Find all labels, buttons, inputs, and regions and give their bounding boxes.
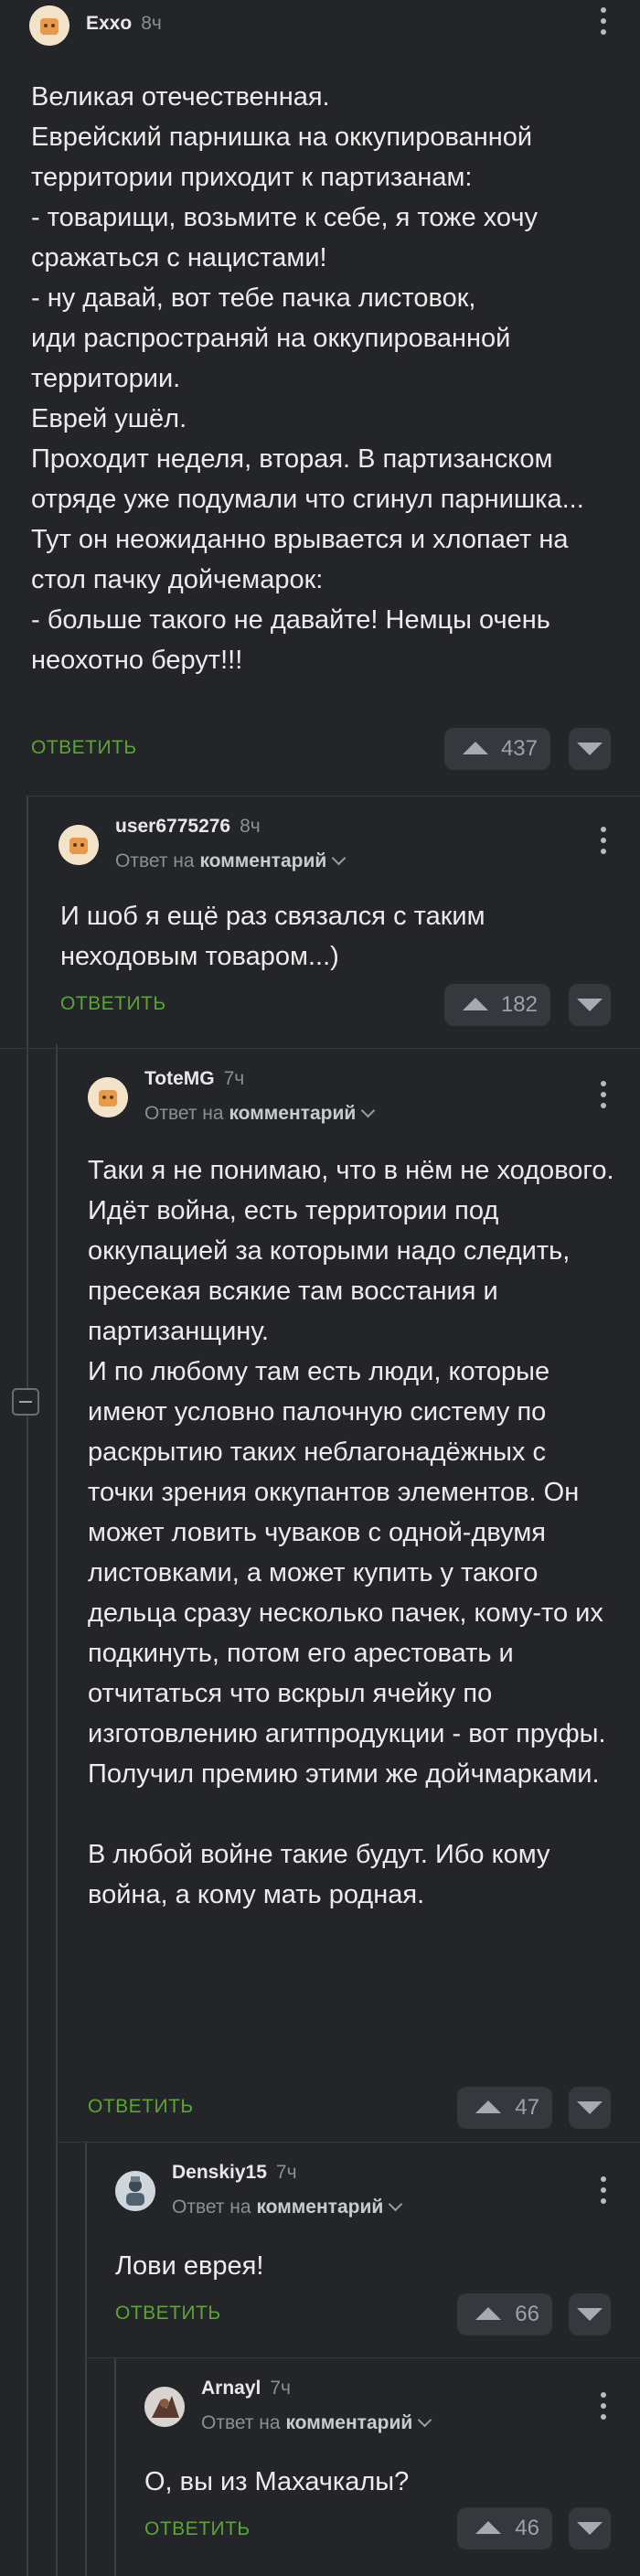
comment-time: 8ч <box>141 13 162 34</box>
comment-time: 7ч <box>275 2162 297 2183</box>
more-vertical-icon[interactable] <box>600 7 607 40</box>
avatar[interactable] <box>144 2387 185 2427</box>
reply-button[interactable]: ОТВЕТИТЬ <box>31 737 137 759</box>
reply-to-link[interactable]: Ответ на комментарий <box>172 2197 403 2218</box>
username[interactable]: ToteMG 7ч <box>144 1068 244 1090</box>
downvote-button[interactable] <box>569 728 611 770</box>
collapse-minus-icon <box>19 1401 32 1403</box>
chevron-down-icon <box>417 2412 432 2428</box>
vote-count: 46 <box>515 2516 539 2540</box>
downvote-button[interactable] <box>569 2293 611 2336</box>
comment-text: Таки я не понимаю, что в нём не ходового… <box>88 1156 614 1909</box>
arrow-down-icon <box>577 743 603 755</box>
arrow-up-icon <box>463 742 488 754</box>
comment-time: 8ч <box>240 816 261 837</box>
arrow-down-icon <box>577 999 603 1011</box>
comment-text: И шоб я ещё раз связался с таким неходов… <box>60 902 485 971</box>
thread-line-level-3 <box>85 2142 87 2576</box>
arrow-down-icon <box>577 2522 603 2535</box>
divider <box>57 2142 640 2143</box>
more-vertical-icon[interactable] <box>600 2392 607 2425</box>
comment-time: 7ч <box>270 2378 291 2399</box>
reply-button[interactable]: ОТВЕТИТЬ <box>60 993 166 1015</box>
upvote-button[interactable]: 66 <box>457 2293 552 2336</box>
divider <box>0 1048 640 1049</box>
arrow-up-icon <box>475 2100 501 2113</box>
divider <box>86 2357 640 2358</box>
upvote-button[interactable]: 182 <box>444 984 550 1026</box>
username[interactable]: Exxo 8ч <box>86 13 162 35</box>
arrow-up-icon <box>475 2307 501 2320</box>
reply-to-link[interactable]: Ответ на комментарий <box>201 2412 432 2434</box>
comment-text: О, вы из Махачкалы? <box>144 2467 410 2496</box>
arrow-up-icon <box>475 2521 501 2534</box>
reply-button[interactable]: ОТВЕТИТЬ <box>144 2518 251 2540</box>
downvote-button[interactable] <box>569 2087 611 2129</box>
arrow-down-icon <box>577 2101 603 2114</box>
more-vertical-icon[interactable] <box>600 827 607 860</box>
avatar[interactable] <box>115 2171 155 2211</box>
downvote-button[interactable] <box>569 2507 611 2549</box>
more-vertical-icon[interactable] <box>600 1081 607 1114</box>
reply-to-link[interactable]: Ответ на комментарий <box>144 1103 376 1125</box>
comment-text: Лови еврея! <box>115 2251 264 2281</box>
vote-count: 437 <box>500 736 538 761</box>
vote-count: 182 <box>500 992 538 1017</box>
chevron-down-icon <box>388 2197 403 2212</box>
vote-count: 47 <box>515 2095 539 2120</box>
collapse-thread-button[interactable] <box>12 1388 39 1416</box>
reply-button[interactable]: ОТВЕТИТЬ <box>115 2303 221 2325</box>
downvote-button[interactable] <box>569 984 611 1026</box>
username[interactable]: user6775276 8ч <box>115 816 261 838</box>
thread-line-level-1 <box>27 796 28 2576</box>
avatar[interactable] <box>59 825 99 865</box>
reply-button[interactable]: ОТВЕТИТЬ <box>88 2096 194 2118</box>
thread-line-level-4 <box>114 2357 116 2576</box>
username[interactable]: Arnayl 7ч <box>201 2378 291 2400</box>
avatar[interactable] <box>88 1077 128 1117</box>
arrow-down-icon <box>577 2308 603 2321</box>
comment-text: Великая отечественная. Еврейский парнишк… <box>31 82 584 675</box>
upvote-button[interactable]: 46 <box>457 2507 552 2549</box>
username[interactable]: Denskiy15 7ч <box>172 2162 297 2184</box>
vote-count: 66 <box>515 2302 539 2326</box>
more-vertical-icon[interactable] <box>600 2176 607 2209</box>
reply-to-link[interactable]: Ответ на комментарий <box>115 850 347 872</box>
comment-time: 7ч <box>223 1068 245 1089</box>
avatar[interactable] <box>29 5 69 46</box>
thread-line-level-2 <box>56 1044 58 2576</box>
upvote-button[interactable]: 47 <box>457 2087 552 2129</box>
upvote-button[interactable]: 437 <box>444 728 550 770</box>
chevron-down-icon <box>331 850 347 866</box>
chevron-down-icon <box>360 1103 376 1118</box>
arrow-up-icon <box>463 998 488 1010</box>
